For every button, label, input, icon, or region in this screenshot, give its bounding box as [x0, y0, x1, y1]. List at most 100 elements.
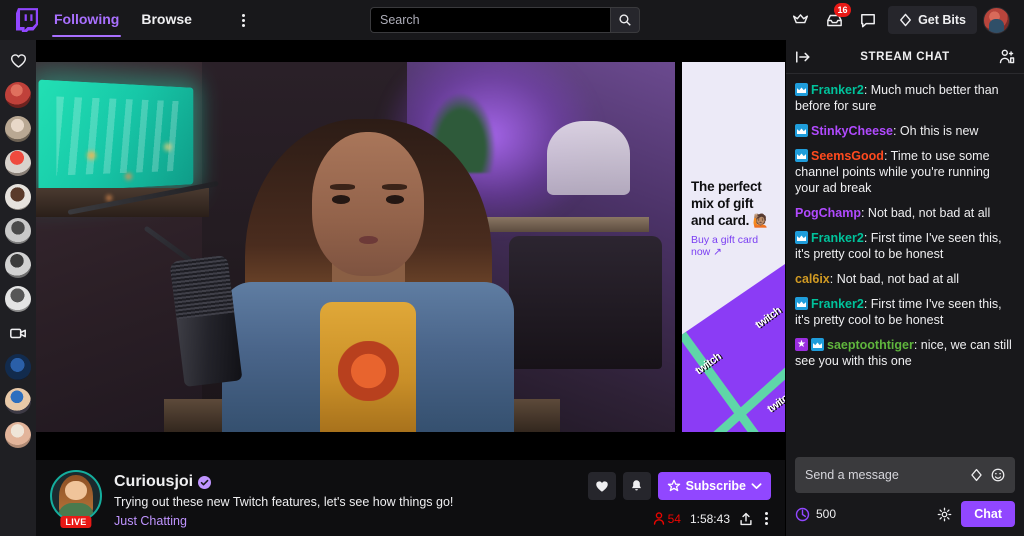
bell-icon [632, 480, 642, 491]
chat-username[interactable]: SeemsGood [811, 149, 884, 163]
user-avatar[interactable] [983, 6, 1010, 34]
channel-name[interactable]: Curiousjoi [114, 473, 193, 491]
gear-icon[interactable] [937, 507, 952, 522]
subscriber-badge-icon[interactable] [795, 83, 808, 96]
sidebar-item-followed-channel-8[interactable] [5, 354, 31, 380]
streamer-mouth [359, 235, 379, 245]
inbox-badge-count: 16 [834, 3, 852, 17]
channel-avatar[interactable] [50, 470, 102, 522]
emote-smiley-icon[interactable] [991, 468, 1005, 482]
chat-message: saeptoothtiger: nice, we can still see y… [795, 337, 1015, 369]
sidebar-item-followed-channel-6[interactable] [5, 252, 31, 278]
bits-diamond-icon[interactable] [970, 468, 983, 482]
chat-message: Franker2: First time I've seen this, it'… [795, 296, 1015, 328]
search-bar [370, 7, 640, 33]
ad-copy: The perfect mix of gift and card. 🙋🏽 Buy… [691, 178, 779, 258]
streamer-face [312, 132, 425, 276]
sidebar-item-followed-channel-9[interactable] [5, 388, 31, 414]
subscriber-badge-icon[interactable] [811, 338, 824, 351]
ad-headline: The perfect mix of gift and card. 🙋🏽 [691, 179, 769, 228]
collapse-right-icon[interactable] [795, 50, 811, 64]
chat-username[interactable]: Franker2 [811, 83, 864, 97]
channel-points-value: 500 [816, 507, 837, 521]
sidebar-item-followed-channel-3[interactable] [5, 150, 31, 176]
subscribe-button[interactable]: Subscribe [657, 472, 771, 500]
nav-link-following[interactable]: Following [51, 3, 122, 37]
heart-icon[interactable] [5, 48, 31, 74]
send-chat-button[interactable]: Chat [961, 501, 1015, 527]
twitch-logo-icon[interactable] [16, 8, 38, 32]
chat-username[interactable]: cal6ix [795, 272, 830, 286]
chat-username[interactable]: Franker2 [811, 231, 864, 245]
subscriber-badge-icon[interactable] [795, 297, 808, 310]
search-icon[interactable] [610, 7, 640, 33]
video-stage[interactable] [36, 62, 675, 432]
chat-text: : Not bad, not bad at all [829, 272, 960, 286]
viewer-count: 54 [653, 512, 681, 526]
streamer-figure [222, 106, 515, 432]
chat-message: SeemsGood: Time to use some channel poin… [795, 148, 1015, 196]
vip-badge-icon[interactable] [795, 338, 808, 351]
gift-card-ad-panel[interactable]: The perfect mix of gift and card. 🙋🏽 Buy… [682, 62, 785, 432]
video-player[interactable]: The perfect mix of gift and card. 🙋🏽 Buy… [36, 40, 785, 460]
sidebar-item-followed-channel-4[interactable] [5, 184, 31, 210]
stream-category[interactable]: Just Chatting [114, 514, 453, 528]
chat-username[interactable]: StinkyCheese [811, 124, 893, 138]
video-camera-icon[interactable] [5, 320, 31, 346]
chat-header: STREAM CHAT [786, 40, 1024, 74]
subscriber-badge-icon[interactable] [795, 231, 808, 244]
viewer-count-value: 54 [667, 511, 681, 526]
nav-link-browse[interactable]: Browse [141, 3, 192, 37]
stream-video-frame [36, 62, 675, 432]
chat-message: PogChamp: Not bad, not bad at all [795, 205, 1015, 221]
chat-composer: 500 Chat [786, 450, 1024, 536]
subscriber-badge-icon[interactable] [795, 149, 808, 162]
lamp-decor [547, 121, 631, 196]
top-navigation-bar: Following Browse 16 [0, 0, 1024, 40]
get-bits-button[interactable]: Get Bits [888, 6, 977, 34]
sidebar-item-followed-channel-10[interactable] [5, 422, 31, 448]
sidebar-item-followed-channel-2[interactable] [5, 116, 31, 142]
stream-column: The perfect mix of gift and card. 🙋🏽 Buy… [36, 40, 785, 536]
subscriber-badge-icon[interactable] [795, 124, 808, 137]
inbox-icon[interactable]: 16 [820, 3, 852, 34]
search-input[interactable] [370, 7, 610, 33]
chat-username[interactable]: Franker2 [811, 297, 864, 311]
star-icon [667, 479, 680, 492]
kebab-menu-icon[interactable] [236, 10, 251, 31]
crown-icon[interactable] [786, 6, 814, 34]
subscribe-label: Subscribe [685, 479, 746, 493]
left-sidebar-rail [0, 40, 36, 536]
verified-badge-icon [198, 475, 212, 489]
channel-action-buttons: Subscribe [587, 472, 771, 500]
stream-stats: 54 1:58:43 [653, 509, 771, 528]
get-bits-label: Get Bits [918, 13, 966, 27]
follow-heart-button[interactable] [587, 472, 616, 500]
community-users-icon[interactable] [999, 49, 1015, 64]
chat-message-list[interactable]: Franker2: Much much better than before f… [786, 74, 1024, 450]
chat-input-box[interactable] [795, 457, 1015, 493]
more-options-icon[interactable] [762, 509, 771, 528]
channel-points-button[interactable]: 500 [795, 507, 836, 522]
chat-bubble-icon[interactable] [854, 6, 882, 34]
chat-footer: 500 Chat [795, 501, 1015, 527]
twitch-app: Following Browse 16 [0, 0, 1024, 536]
chevron-down-icon [751, 483, 762, 489]
chat-username[interactable]: PogChamp [795, 206, 861, 220]
sidebar-item-followed-channel-5[interactable] [5, 218, 31, 244]
chat-text: : Oh this is new [892, 124, 979, 138]
share-icon[interactable] [739, 512, 753, 526]
viewer-count-icon [653, 512, 664, 525]
sidebar-item-followed-channel-1[interactable] [5, 82, 31, 108]
live-badge: LIVE [60, 516, 92, 528]
chat-input[interactable] [805, 468, 970, 482]
chat-username[interactable]: saeptoothtiger [827, 338, 914, 352]
channel-info-bar: LIVE Curiousjoi Trying out these new Twi… [36, 460, 785, 536]
chat-text: : Not bad, not bad at all [860, 206, 991, 220]
sidebar-item-followed-channel-7[interactable] [5, 286, 31, 312]
ad-cta-link[interactable]: Buy a gift card now ↗ [691, 234, 779, 258]
streamer-shirt [320, 301, 417, 432]
bits-diamond-icon [900, 13, 911, 27]
notifications-bell-button[interactable] [622, 472, 651, 500]
chat-message: Franker2: Much much better than before f… [795, 82, 1015, 114]
